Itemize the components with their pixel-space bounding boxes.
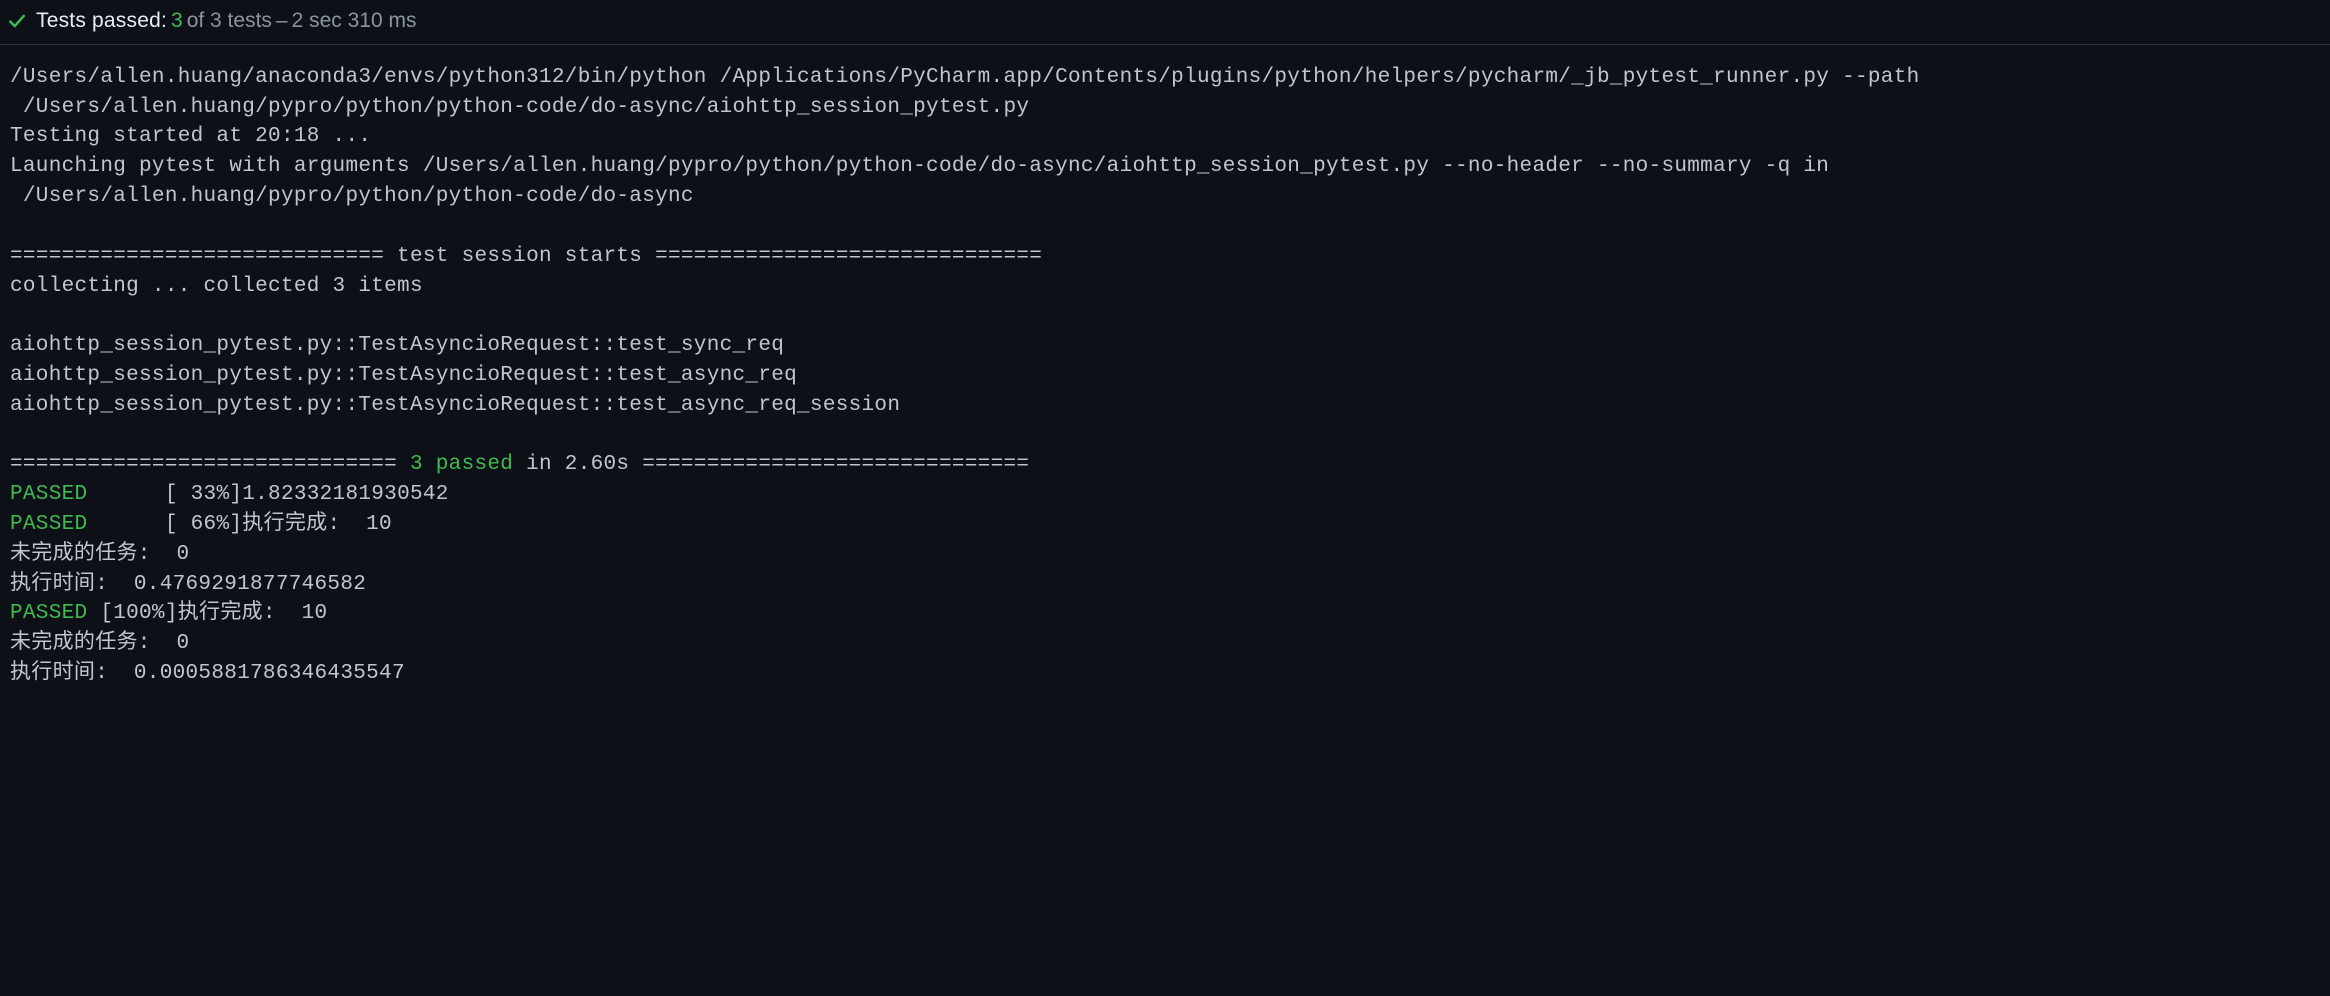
tests-passed-count: 3 xyxy=(171,6,183,36)
result-line: PASSED [ 66%]执行完成: 10 xyxy=(10,513,392,536)
collecting-line: collecting ... collected 3 items xyxy=(10,275,423,298)
result-line: PASSED [ 33%]1.82332181930542 xyxy=(10,483,449,506)
result-line: 未完成的任务: 0 xyxy=(10,632,189,655)
console-line: Testing started at 20:18 ... xyxy=(10,125,371,148)
result-line: 执行时间: 0.4769291877746582 xyxy=(10,573,366,596)
passed-count-highlight: 3 passed xyxy=(410,453,513,476)
passed-badge: PASSED xyxy=(10,483,87,506)
test-item-line: aiohttp_session_pytest.py::TestAsyncioRe… xyxy=(10,364,810,387)
check-icon xyxy=(8,12,26,30)
test-item-line: aiohttp_session_pytest.py::TestAsyncioRe… xyxy=(10,334,797,357)
dash: – xyxy=(276,6,288,36)
test-status-header: Tests passed: 3 of 3 tests – 2 sec 310 m… xyxy=(0,0,2330,45)
tests-passed-label: Tests passed: xyxy=(36,6,167,36)
tests-total-label: of 3 tests xyxy=(187,6,272,36)
test-item-line: aiohttp_session_pytest.py::TestAsyncioRe… xyxy=(10,394,913,417)
tests-duration: 2 sec 310 ms xyxy=(292,6,417,36)
session-starts-line: ============================= test sessi… xyxy=(10,245,1042,268)
console-line: /Users/allen.huang/anaconda3/envs/python… xyxy=(10,66,1920,89)
console-line: Launching pytest with arguments /Users/a… xyxy=(10,155,1829,178)
console-line: /Users/allen.huang/pypro/python/python-c… xyxy=(10,96,1029,119)
summary-line: ============================== 3 passed … xyxy=(10,453,1029,476)
result-line: PASSED [100%]执行完成: 10 xyxy=(10,602,327,625)
console-line: /Users/allen.huang/pypro/python/python-c… xyxy=(10,185,694,208)
console-output[interactable]: /Users/allen.huang/anaconda3/envs/python… xyxy=(0,45,2330,699)
result-line: 未完成的任务: 0 xyxy=(10,543,189,566)
result-line: 执行时间: 0.0005881786346435547 xyxy=(10,662,405,685)
passed-badge: PASSED xyxy=(10,602,87,625)
passed-badge: PASSED xyxy=(10,513,87,536)
